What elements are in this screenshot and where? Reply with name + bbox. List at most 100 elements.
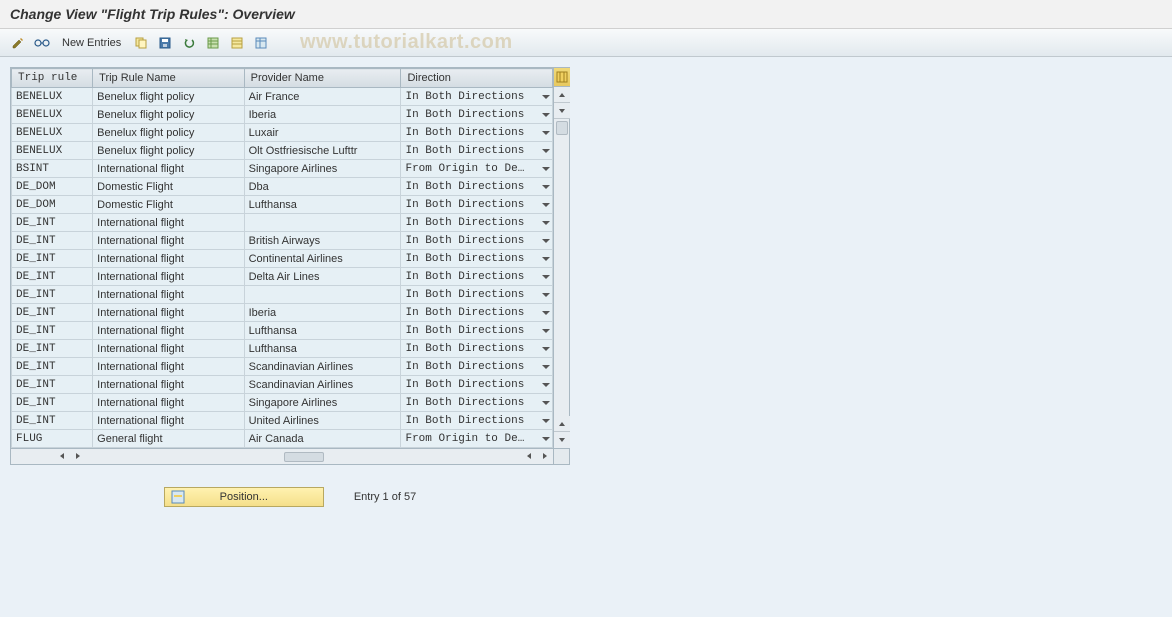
table-row[interactable]: BENELUXBenelux flight policyOlt Ostfries… bbox=[12, 142, 553, 160]
position-button[interactable]: Position... bbox=[164, 487, 324, 507]
cell-direction-dropdown[interactable]: In Both Directions bbox=[401, 142, 553, 160]
header-trip-rule[interactable]: Trip rule bbox=[12, 69, 93, 88]
cell-trip-rule[interactable]: DE_INT bbox=[12, 268, 93, 286]
cell-provider-name[interactable] bbox=[244, 286, 401, 304]
cell-trip-rule-name[interactable]: International flight bbox=[93, 268, 244, 286]
scroll-thumb[interactable] bbox=[556, 121, 568, 135]
cell-provider-name[interactable]: Continental Airlines bbox=[244, 250, 401, 268]
cell-direction-dropdown[interactable]: In Both Directions bbox=[401, 196, 553, 214]
scroll-right-icon[interactable] bbox=[70, 449, 86, 463]
cell-trip-rule-name[interactable]: Benelux flight policy bbox=[93, 124, 244, 142]
cell-direction-dropdown[interactable]: In Both Directions bbox=[401, 232, 553, 250]
scroll-up-icon[interactable] bbox=[554, 87, 570, 103]
cell-direction-dropdown[interactable]: In Both Directions bbox=[401, 394, 553, 412]
cell-direction-dropdown[interactable]: In Both Directions bbox=[401, 286, 553, 304]
hscroll-thumb[interactable] bbox=[284, 452, 324, 462]
cell-trip-rule[interactable]: FLUG bbox=[12, 430, 93, 448]
cell-provider-name[interactable]: Dba bbox=[244, 178, 401, 196]
cell-direction-dropdown[interactable]: In Both Directions bbox=[401, 376, 553, 394]
cell-trip-rule-name[interactable]: International flight bbox=[93, 304, 244, 322]
cell-trip-rule-name[interactable]: International flight bbox=[93, 340, 244, 358]
scroll-down-icon[interactable] bbox=[554, 103, 570, 119]
cell-trip-rule[interactable]: BSINT bbox=[12, 160, 93, 178]
cell-trip-rule[interactable]: DE_INT bbox=[12, 394, 93, 412]
cell-direction-dropdown[interactable]: In Both Directions bbox=[401, 214, 553, 232]
cell-direction-dropdown[interactable]: From Origin to De… bbox=[401, 430, 553, 448]
table-row[interactable]: BENELUXBenelux flight policyIberiaIn Bot… bbox=[12, 106, 553, 124]
cell-trip-rule-name[interactable]: Domestic Flight bbox=[93, 178, 244, 196]
configure-columns-icon[interactable] bbox=[554, 68, 570, 87]
cell-trip-rule[interactable]: DE_INT bbox=[12, 358, 93, 376]
cell-trip-rule[interactable]: DE_INT bbox=[12, 322, 93, 340]
table-row[interactable]: DE_DOMDomestic FlightDbaIn Both Directio… bbox=[12, 178, 553, 196]
table-row[interactable]: DE_INTInternational flightLufthansaIn Bo… bbox=[12, 340, 553, 358]
cell-provider-name[interactable]: Luxair bbox=[244, 124, 401, 142]
scroll-left-icon[interactable] bbox=[54, 449, 70, 463]
new-entries-button[interactable]: New Entries bbox=[56, 35, 127, 51]
save-icon[interactable] bbox=[155, 34, 175, 52]
cell-provider-name[interactable]: Air Canada bbox=[244, 430, 401, 448]
scroll-up2-icon[interactable] bbox=[554, 416, 570, 432]
cell-trip-rule[interactable]: BENELUX bbox=[12, 106, 93, 124]
cell-direction-dropdown[interactable]: In Both Directions bbox=[401, 304, 553, 322]
table-row[interactable]: BENELUXBenelux flight policyAir FranceIn… bbox=[12, 88, 553, 106]
cell-trip-rule-name[interactable]: International flight bbox=[93, 250, 244, 268]
cell-trip-rule-name[interactable]: International flight bbox=[93, 394, 244, 412]
cell-direction-dropdown[interactable]: In Both Directions bbox=[401, 250, 553, 268]
header-provider-name[interactable]: Provider Name bbox=[244, 69, 401, 88]
cell-trip-rule[interactable]: DE_INT bbox=[12, 340, 93, 358]
cell-trip-rule-name[interactable]: Benelux flight policy bbox=[93, 106, 244, 124]
cell-provider-name[interactable]: Air France bbox=[244, 88, 401, 106]
table-row[interactable]: BSINTInternational flightSingapore Airli… bbox=[12, 160, 553, 178]
cell-provider-name[interactable]: Scandinavian Airlines bbox=[244, 376, 401, 394]
cell-trip-rule-name[interactable]: General flight bbox=[93, 430, 244, 448]
cell-trip-rule-name[interactable]: International flight bbox=[93, 358, 244, 376]
cell-trip-rule[interactable]: DE_INT bbox=[12, 376, 93, 394]
cell-trip-rule[interactable]: DE_INT bbox=[12, 232, 93, 250]
scroll-right2-icon[interactable] bbox=[537, 449, 553, 463]
cell-trip-rule-name[interactable]: International flight bbox=[93, 160, 244, 178]
cell-trip-rule[interactable]: BENELUX bbox=[12, 142, 93, 160]
table-row[interactable]: BENELUXBenelux flight policyLuxairIn Bot… bbox=[12, 124, 553, 142]
cell-direction-dropdown[interactable]: In Both Directions bbox=[401, 322, 553, 340]
cell-trip-rule-name[interactable]: Benelux flight policy bbox=[93, 142, 244, 160]
table-row[interactable]: DE_INTInternational flightScandinavian A… bbox=[12, 376, 553, 394]
cell-trip-rule-name[interactable]: Benelux flight policy bbox=[93, 88, 244, 106]
cell-provider-name[interactable]: United Airlines bbox=[244, 412, 401, 430]
table-row[interactable]: DE_INTInternational flightContinental Ai… bbox=[12, 250, 553, 268]
cell-provider-name[interactable]: Scandinavian Airlines bbox=[244, 358, 401, 376]
cell-trip-rule[interactable]: DE_INT bbox=[12, 214, 93, 232]
cell-direction-dropdown[interactable]: In Both Directions bbox=[401, 412, 553, 430]
table-row[interactable]: DE_INTInternational flight In Both Direct… bbox=[12, 214, 553, 232]
cell-provider-name[interactable]: Olt Ostfriesische Lufttr bbox=[244, 142, 401, 160]
cell-direction-dropdown[interactable]: In Both Directions bbox=[401, 268, 553, 286]
cell-trip-rule[interactable]: DE_INT bbox=[12, 304, 93, 322]
copy-icon[interactable] bbox=[131, 34, 151, 52]
scroll-left2-icon[interactable] bbox=[521, 449, 537, 463]
cell-trip-rule-name[interactable]: International flight bbox=[93, 412, 244, 430]
cell-provider-name[interactable]: Lufthansa bbox=[244, 196, 401, 214]
cell-trip-rule-name[interactable]: International flight bbox=[93, 214, 244, 232]
table-row[interactable]: DE_INTInternational flightBritish Airway… bbox=[12, 232, 553, 250]
cell-trip-rule-name[interactable]: International flight bbox=[93, 232, 244, 250]
scroll-down2-icon[interactable] bbox=[554, 432, 570, 448]
table-row[interactable]: DE_INTInternational flightDelta Air Line… bbox=[12, 268, 553, 286]
cell-direction-dropdown[interactable]: In Both Directions bbox=[401, 106, 553, 124]
cell-trip-rule-name[interactable]: International flight bbox=[93, 322, 244, 340]
table-row[interactable]: DE_INTInternational flightUnited Airline… bbox=[12, 412, 553, 430]
table-row[interactable]: DE_INTInternational flightScandinavian A… bbox=[12, 358, 553, 376]
deselect-all-icon[interactable] bbox=[227, 34, 247, 52]
cell-trip-rule-name[interactable]: International flight bbox=[93, 376, 244, 394]
cell-trip-rule[interactable]: DE_DOM bbox=[12, 178, 93, 196]
table-row[interactable]: DE_INTInternational flightLufthansaIn Bo… bbox=[12, 322, 553, 340]
cell-trip-rule[interactable]: BENELUX bbox=[12, 124, 93, 142]
cell-trip-rule[interactable]: DE_DOM bbox=[12, 196, 93, 214]
table-row[interactable]: DE_DOMDomestic FlightLufthansaIn Both Di… bbox=[12, 196, 553, 214]
table-row[interactable]: DE_INTInternational flightSingapore Airl… bbox=[12, 394, 553, 412]
cell-provider-name[interactable]: Lufthansa bbox=[244, 340, 401, 358]
table-row[interactable]: DE_INTInternational flightIberiaIn Both … bbox=[12, 304, 553, 322]
change-icon[interactable] bbox=[8, 34, 28, 52]
glasses-icon[interactable] bbox=[32, 34, 52, 52]
horizontal-scrollbar[interactable] bbox=[10, 449, 570, 465]
cell-trip-rule-name[interactable]: Domestic Flight bbox=[93, 196, 244, 214]
